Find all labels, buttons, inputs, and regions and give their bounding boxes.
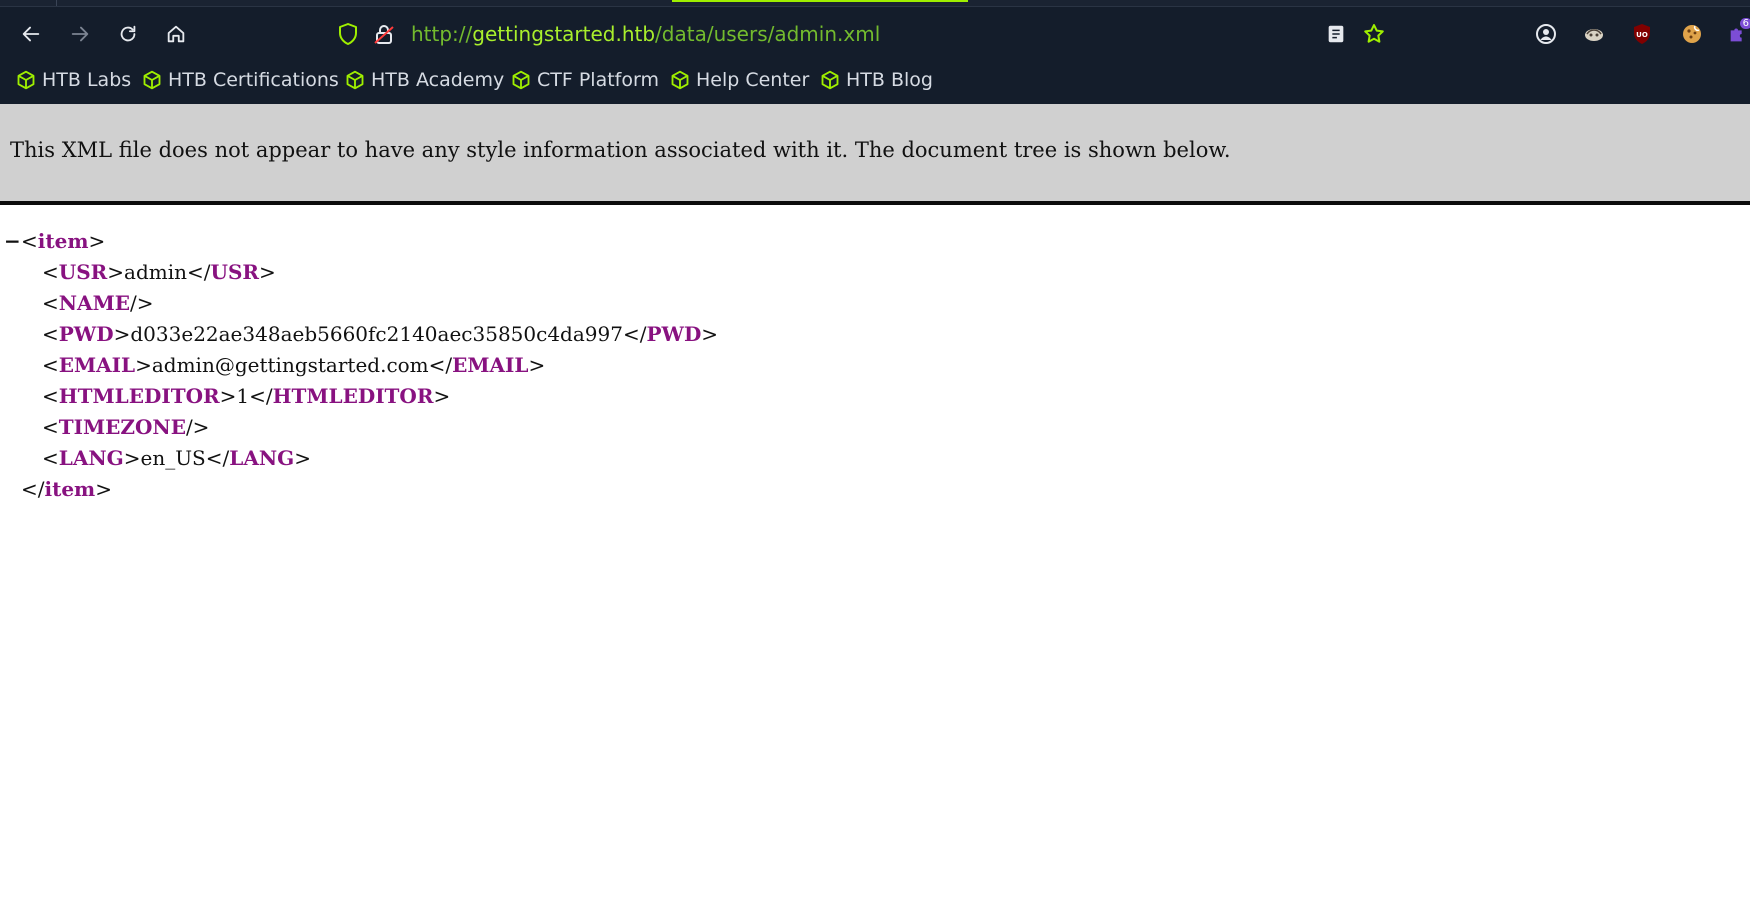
xml-info-text: This XML file does not appear to have an… xyxy=(10,138,1231,162)
url-host: gettingstarted.htb xyxy=(472,22,656,46)
account-button[interactable] xyxy=(1534,22,1558,46)
xml-tag-name: item xyxy=(37,229,89,253)
xml-element-name: <NAME/> xyxy=(42,291,154,315)
xml-tag-name: NAME xyxy=(58,291,130,315)
bookmark-label: HTB Certifications xyxy=(168,69,339,91)
tab-separator xyxy=(56,0,57,6)
reload-button[interactable] xyxy=(114,20,142,48)
xml-element-htmleditor: <HTMLEDITOR>1</HTMLEDITOR> xyxy=(42,384,451,408)
xml-value: admin@gettingstarted.com xyxy=(151,353,429,377)
shield-icon[interactable] xyxy=(336,22,360,46)
xml-value: admin xyxy=(124,260,188,284)
xml-tag-name: item xyxy=(44,477,96,501)
forward-icon xyxy=(71,26,89,42)
extension-button[interactable] xyxy=(1582,22,1606,46)
bookmark-ctf-platform[interactable]: CTF Platform xyxy=(511,67,659,93)
active-tab-indicator[interactable] xyxy=(672,0,968,2)
htb-cube-icon xyxy=(821,70,839,90)
xml-tag-name: PWD xyxy=(646,322,702,346)
bookmark-label: HTB Academy xyxy=(371,69,505,91)
xml-value: 1 xyxy=(236,384,250,408)
bookmark-star-button[interactable] xyxy=(1362,22,1386,46)
svg-text:UO: UO xyxy=(1636,31,1648,39)
xml-value: d033e22ae348aeb5660fc2140aec35850c4da997 xyxy=(130,322,623,346)
url-path: /data/users/admin.xml xyxy=(655,22,881,46)
bookmarks-toolbar: HTB Labs HTB Certifications HTB Academy … xyxy=(0,58,1750,104)
url-prefix: http:// xyxy=(411,22,473,46)
bookmark-htb-academy[interactable]: HTB Academy xyxy=(345,67,504,93)
extensions-puzzle-button[interactable]: 6 xyxy=(1726,18,1750,46)
xml-element-email: <EMAIL>admin@gettingstarted.com</EMAIL> xyxy=(42,353,546,377)
xml-tag-name: EMAIL xyxy=(452,353,529,377)
collapse-toggle[interactable]: − xyxy=(4,226,21,257)
bookmark-htb-labs[interactable]: HTB Labs xyxy=(16,67,131,93)
forward-button[interactable] xyxy=(66,20,94,48)
htb-cube-icon xyxy=(346,70,364,90)
xml-element-pwd: <PWD>d033e22ae348aeb5660fc2140aec35850c4… xyxy=(42,322,719,346)
htb-cube-icon xyxy=(143,70,161,90)
reader-view-button[interactable] xyxy=(1324,22,1348,46)
xml-info-banner: This XML file does not appear to have an… xyxy=(0,104,1750,205)
xml-element-usr: <USR>admin</USR> xyxy=(42,260,276,284)
home-icon xyxy=(167,25,185,43)
xml-tag-name: LANG xyxy=(58,446,124,470)
xml-root-open: − <item> xyxy=(0,226,400,257)
account-icon xyxy=(1536,24,1556,44)
xml-tag-name: HTMLEDITOR xyxy=(272,384,434,408)
bookmark-help-center[interactable]: Help Center xyxy=(670,67,809,93)
htb-cube-icon xyxy=(671,70,689,90)
ublock-button[interactable]: UO xyxy=(1630,22,1654,46)
reload-icon xyxy=(120,25,136,42)
extension-icon xyxy=(1585,29,1603,41)
xml-element-lang: <LANG>en_US</LANG> xyxy=(42,446,311,470)
htb-cube-icon xyxy=(17,70,35,90)
url-field[interactable]: http://gettingstarted.htb/data/users/adm… xyxy=(411,21,880,47)
back-button[interactable] xyxy=(17,20,45,48)
htb-cube-icon xyxy=(512,70,530,90)
cookie-icon xyxy=(1683,25,1701,43)
reader-view-icon xyxy=(1328,25,1344,43)
home-button[interactable] xyxy=(162,20,190,48)
xml-tag-name: USR xyxy=(210,260,260,284)
insecure-lock-icon[interactable] xyxy=(372,22,396,46)
xml-root-close: </item> xyxy=(21,477,112,501)
xml-tag-name: LANG xyxy=(229,446,295,470)
ublock-icon: UO xyxy=(1634,24,1650,44)
extension-badge: 6 xyxy=(1739,18,1750,29)
xml-element-timezone: <TIMEZONE/> xyxy=(42,415,210,439)
xml-tag-name: TIMEZONE xyxy=(58,415,186,439)
xml-value: en_US xyxy=(140,446,206,470)
back-icon xyxy=(22,26,40,42)
bookmark-label: HTB Labs xyxy=(42,69,132,91)
bookmark-star-icon xyxy=(1364,24,1384,43)
bookmark-htb-certifications[interactable]: HTB Certifications xyxy=(142,67,339,93)
cookie-button[interactable] xyxy=(1680,22,1704,46)
xml-tag-name: PWD xyxy=(58,322,114,346)
xml-tag-name: HTMLEDITOR xyxy=(58,384,220,408)
navigation-toolbar: http://gettingstarted.htb/data/users/adm… xyxy=(0,12,1750,56)
bookmark-label: HTB Blog xyxy=(846,69,933,91)
bookmark-label: CTF Platform xyxy=(537,69,659,91)
tab-strip xyxy=(0,0,1750,7)
xml-tag-name: USR xyxy=(58,260,108,284)
browser-chrome: http://gettingstarted.htb/data/users/adm… xyxy=(0,0,1750,104)
xml-tag-name: EMAIL xyxy=(58,353,136,377)
bookmark-htb-blog[interactable]: HTB Blog xyxy=(820,67,933,93)
bookmark-label: Help Center xyxy=(696,69,810,91)
